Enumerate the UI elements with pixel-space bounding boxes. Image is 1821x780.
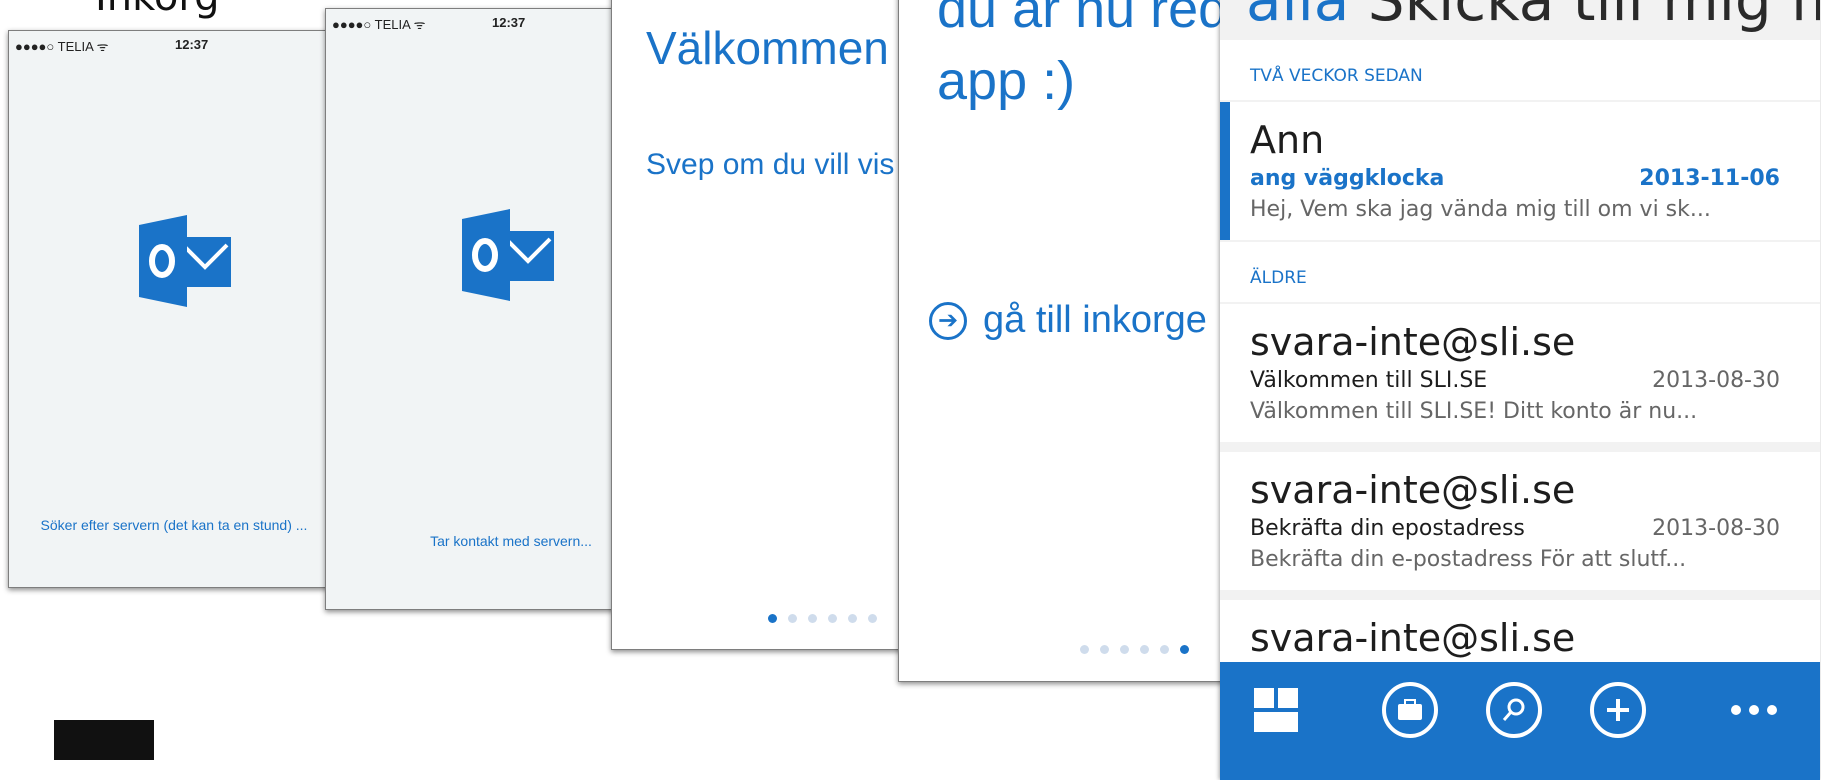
- carrier-label: ●●●●○ TELIA ᯤ: [332, 17, 426, 32]
- mail-date: 2013-11-06: [1639, 166, 1780, 191]
- phone-screen-searching: ●●●●○ TELIA ᯤ 12:37 Söker efter servern …: [8, 30, 340, 588]
- dark-thumbnail: [54, 720, 154, 760]
- outlook-logo-icon: [462, 209, 554, 301]
- mail-date: 2013-08-30: [1652, 368, 1780, 393]
- inbox-caption: Inkorg: [95, 0, 220, 20]
- page-indicator: [1080, 645, 1189, 654]
- arrow-right-circle-icon: ➔: [929, 301, 967, 340]
- search-icon[interactable]: [1486, 682, 1542, 738]
- phone-screen-welcome[interactable]: Välkommen Svep om du vill vis hjälpsamma…: [611, 0, 943, 650]
- outlook-logo-icon: [139, 215, 231, 307]
- app-bar: [1220, 662, 1820, 780]
- welcome-title: Välkommen: [646, 22, 889, 74]
- pivot-header[interactable]: alla Skicka till mig flagga: [1246, 0, 1820, 34]
- page-dot[interactable]: [828, 614, 837, 623]
- page-dot[interactable]: [848, 614, 857, 623]
- plus-icon[interactable]: [1590, 682, 1646, 738]
- page-dot[interactable]: [1160, 645, 1169, 654]
- mail-preview: Hej, Vem ska jag vända mig till om vi sk…: [1250, 197, 1711, 222]
- mail-subject: ang väggklocka: [1250, 166, 1445, 191]
- mail-preview: Välkommen till SLI.SE! Ditt konto är nu.…: [1250, 399, 1698, 424]
- mail-sender: Ann: [1250, 118, 1325, 162]
- page-dot[interactable]: [1120, 645, 1129, 654]
- mail-subject: Välkommen till SLI.SE: [1250, 368, 1488, 393]
- go-to-inbox-label: gå till inkorge: [983, 299, 1207, 341]
- mail-item[interactable]: Ann ang väggklocka 2013-11-06 Hej, Vem s…: [1220, 102, 1820, 240]
- page-dot[interactable]: [768, 614, 777, 623]
- page-dot[interactable]: [1100, 645, 1109, 654]
- page-dot[interactable]: [808, 614, 817, 623]
- more-icon[interactable]: [1726, 682, 1782, 738]
- grid-icon[interactable]: [1250, 682, 1306, 738]
- status-bar: ●●●●○ TELIA ᯤ 12:37: [15, 35, 333, 54]
- mail-date: 2013-08-30: [1652, 516, 1780, 541]
- carrier-label: ●●●●○ TELIA ᯤ: [15, 39, 109, 54]
- mail-item[interactable]: svara-inte@sli.se Välkommen till SLI.SE …: [1220, 304, 1820, 442]
- status-time: 12:37: [492, 15, 526, 30]
- status-time: 12:37: [175, 37, 209, 52]
- page-dot[interactable]: [1080, 645, 1089, 654]
- phone-screen-inbox: alla Skicka till mig flagga TVÅ VECKOR S…: [1220, 0, 1820, 780]
- mail-subject: Bekräfta din epostadress: [1250, 516, 1525, 541]
- status-bar: ●●●●○ TELIA ᯤ 12:37: [332, 13, 650, 32]
- phone-screen-ready[interactable]: du är nu red använda dir app :) ➔ gå til…: [898, 0, 1240, 682]
- mail-preview: Bekräfta din e-postadress För att slutf.…: [1250, 547, 1687, 572]
- ready-message: du är nu red använda dir app :): [937, 0, 1239, 111]
- phone-screen-connecting: ●●●●○ TELIA ᯤ 12:37 Tar kontakt med serv…: [325, 8, 657, 610]
- pivot-rest[interactable]: Skicka till mig flagga: [1349, 0, 1820, 34]
- go-to-inbox-link[interactable]: ➔ gå till inkorge: [929, 299, 1207, 342]
- section-header: ÄLDRE: [1220, 242, 1820, 302]
- loading-status-text: Söker efter servern (det kan ta en stund…: [40, 517, 308, 533]
- mail-item[interactable]: svara-inte@sli.se Bekräfta din epostadre…: [1220, 452, 1820, 590]
- section-header: TVÅ VECKOR SEDAN: [1220, 40, 1820, 100]
- briefcase-icon[interactable]: [1382, 682, 1438, 738]
- mail-sender: svara-inte@sli.se: [1250, 616, 1576, 660]
- mail-sender: svara-inte@sli.se: [1250, 320, 1576, 364]
- mail-sender: svara-inte@sli.se: [1250, 468, 1576, 512]
- page-dot[interactable]: [1140, 645, 1149, 654]
- pivot-all[interactable]: alla: [1246, 0, 1349, 34]
- page-indicator: [768, 614, 877, 623]
- page-dot[interactable]: [1180, 645, 1189, 654]
- page-dot[interactable]: [868, 614, 877, 623]
- page-dot[interactable]: [788, 614, 797, 623]
